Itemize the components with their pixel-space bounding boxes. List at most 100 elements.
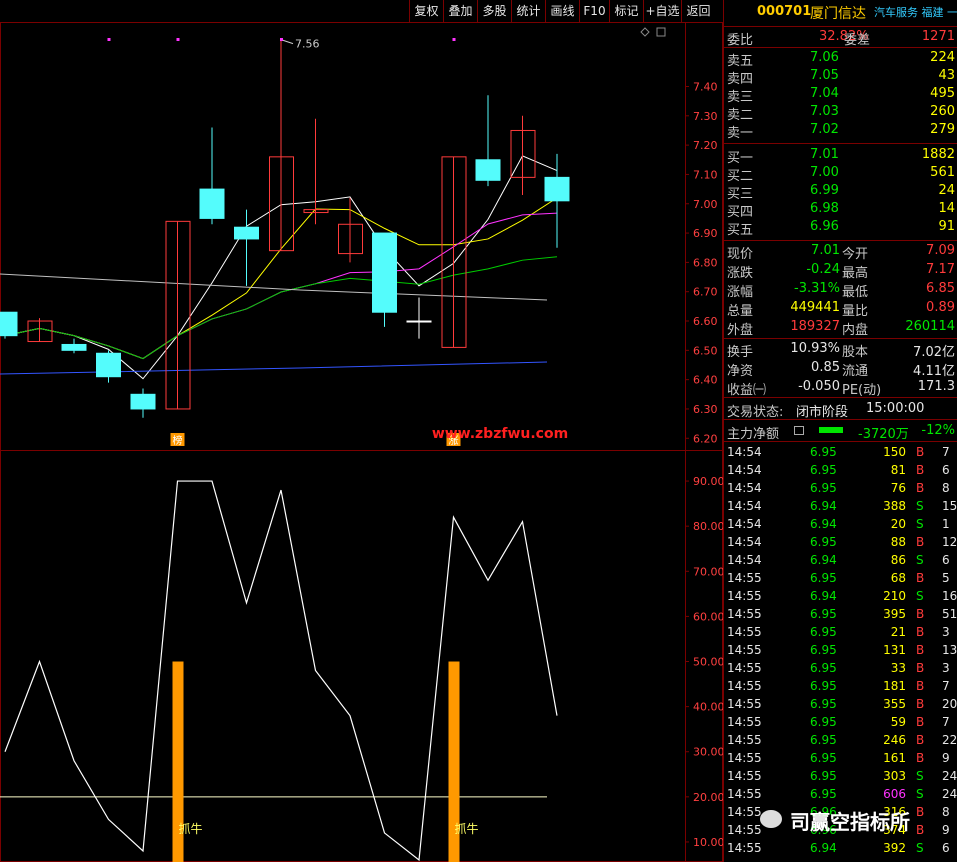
tick-volume: 59 bbox=[890, 715, 906, 729]
tick-volume: 33 bbox=[890, 661, 906, 675]
y-tick-label: 80.00 bbox=[693, 520, 723, 533]
tick-volume: 150 bbox=[883, 445, 906, 459]
bid-label: 买五 bbox=[727, 223, 754, 238]
divider bbox=[724, 441, 957, 442]
tick-count: 8 bbox=[942, 481, 950, 495]
fund-label: PE(动) bbox=[842, 383, 882, 398]
fund-label: 换手 bbox=[727, 345, 754, 360]
trade-status-value: 闭市阶段 bbox=[796, 405, 849, 420]
stock-industry: 汽车服务 福建 一带 bbox=[874, 6, 957, 19]
tick-direction: S bbox=[916, 841, 924, 855]
tick-price: 6.94 bbox=[810, 589, 837, 603]
tick-time: 14:55 bbox=[727, 661, 762, 675]
toolbar-button-5[interactable]: F10 bbox=[579, 0, 609, 22]
tick-price: 6.95 bbox=[810, 607, 837, 621]
ask-row[interactable]: 卖二 7.03 260 bbox=[724, 103, 957, 123]
y-tick-label: 6.80 bbox=[693, 256, 718, 269]
tick-direction: B bbox=[916, 445, 925, 459]
stat-label: 内盘 bbox=[842, 323, 869, 338]
fund-row: 换手 10.93% 股本 7.02亿 bbox=[724, 340, 957, 360]
toolbar-button-7[interactable]: +自选 bbox=[643, 0, 681, 22]
bid-row[interactable]: 买四 6.98 14 bbox=[724, 200, 957, 220]
bid-volume: 561 bbox=[930, 165, 955, 180]
stat-value: 189327 bbox=[790, 319, 840, 334]
ask-volume: 260 bbox=[930, 104, 955, 119]
tick-time: 14:54 bbox=[727, 463, 762, 477]
y-tick-label: 50.00 bbox=[693, 656, 723, 669]
ask-row[interactable]: 卖四 7.05 43 bbox=[724, 67, 957, 87]
tick-direction: B bbox=[916, 463, 925, 477]
tick-count: 3 bbox=[942, 625, 950, 639]
stat-value: 7.09 bbox=[926, 243, 955, 258]
kline-chart-area[interactable]: 7.40 7.30 7.20 7.10 7.00 6.90 6.80 6.70 6.60 6.50… bbox=[0, 22, 723, 862]
bid-row[interactable]: 买一 7.01 1882 bbox=[724, 146, 957, 166]
stat-label: 涨幅 bbox=[727, 285, 754, 300]
kline-chart[interactable]: 7.40 7.30 7.20 7.10 7.00 6.90 6.80 6.70 6.60 6.50… bbox=[0, 22, 723, 862]
bid-price: 6.99 bbox=[810, 183, 839, 198]
tick-price: 6.95 bbox=[810, 679, 837, 693]
tick-row: 14:54 6.94 86 S 6 bbox=[724, 551, 957, 569]
tick-volume: 246 bbox=[883, 733, 906, 747]
tick-row: 14:54 6.95 150 B 7 bbox=[724, 443, 957, 461]
toolbar-button-1[interactable]: 叠加 bbox=[443, 0, 477, 22]
tick-count: 9 bbox=[942, 751, 950, 765]
bid-row[interactable]: 买二 7.00 561 bbox=[724, 164, 957, 184]
stat-value: 7.01 bbox=[811, 243, 840, 258]
tick-direction: B bbox=[916, 643, 925, 657]
tick-direction: B bbox=[916, 535, 925, 549]
tick-volume: 131 bbox=[883, 643, 906, 657]
stat-value: -3.31% bbox=[794, 281, 840, 296]
ask-row[interactable]: 卖三 7.04 495 bbox=[724, 85, 957, 105]
tick-count: 16 bbox=[942, 589, 957, 603]
tick-count: 7 bbox=[942, 679, 950, 693]
tick-row: 14:55 6.95 131 B 13 bbox=[724, 641, 957, 659]
tick-count: 15 bbox=[942, 499, 957, 513]
list-icon[interactable] bbox=[794, 426, 804, 435]
ma-line-longest bbox=[0, 361, 548, 375]
diamond-icon bbox=[640, 27, 650, 37]
bid-volume: 24 bbox=[938, 183, 955, 198]
chart-toolbar: 复权 叠加 多股 统计 画线 F10 标记 +自选 返回 bbox=[0, 0, 723, 22]
tick-count: 5 bbox=[942, 571, 950, 585]
bid-price: 7.01 bbox=[810, 147, 839, 162]
fund-value: 0.85 bbox=[811, 360, 840, 375]
tick-price: 6.95 bbox=[810, 697, 837, 711]
bid-row[interactable]: 买三 6.99 24 bbox=[724, 182, 957, 202]
toolbar-button-8[interactable]: 返回 bbox=[681, 0, 715, 22]
toolbar-button-2[interactable]: 多股 bbox=[477, 0, 511, 22]
tick-row: 14:54 6.95 76 B 8 bbox=[724, 479, 957, 497]
ask-row[interactable]: 卖五 7.06 224 bbox=[724, 49, 957, 69]
signal-label: 抓牛 bbox=[179, 821, 203, 836]
tick-direction: B bbox=[916, 625, 925, 639]
divider bbox=[724, 240, 957, 241]
trade-status-row: 交易状态: 闭市阶段 15:00:00 bbox=[724, 400, 957, 420]
candle-body bbox=[0, 311, 18, 337]
tick-count: 3 bbox=[942, 661, 950, 675]
tick-count: 24 bbox=[942, 787, 957, 801]
toolbar-button-6[interactable]: 标记 bbox=[609, 0, 643, 22]
tick-time: 14:55 bbox=[727, 679, 762, 693]
bid-volume: 91 bbox=[938, 219, 955, 234]
tick-direction: B bbox=[916, 481, 925, 495]
toolbar-button-3[interactable]: 统计 bbox=[511, 0, 545, 22]
y-tick-label: 90.00 bbox=[693, 475, 723, 488]
bid-row[interactable]: 买五 6.96 91 bbox=[724, 218, 957, 238]
candle-body bbox=[234, 226, 259, 240]
tick-volume: 181 bbox=[883, 679, 906, 693]
tick-time: 14:54 bbox=[727, 445, 762, 459]
stat-label: 涨跌 bbox=[727, 266, 754, 281]
toolbar-button-4[interactable]: 画线 bbox=[545, 0, 579, 22]
ask-row[interactable]: 卖一 7.02 279 bbox=[724, 121, 957, 141]
tick-direction: S bbox=[916, 787, 924, 801]
tick-row: 14:55 6.95 606 S 24 bbox=[724, 785, 957, 803]
tick-volume: 81 bbox=[890, 463, 906, 477]
main-net-label: 主力净额 bbox=[727, 427, 780, 442]
tick-row: 14:54 6.94 20 S 1 bbox=[724, 515, 957, 533]
tick-volume: 355 bbox=[883, 697, 906, 711]
ask-price: 7.06 bbox=[810, 50, 839, 65]
toolbar-button-0[interactable]: 复权 bbox=[409, 0, 443, 22]
tick-time: 14:55 bbox=[727, 823, 762, 837]
tick-direction: B bbox=[916, 607, 925, 621]
signal-label: 抓牛 bbox=[455, 821, 479, 836]
tick-volume: 161 bbox=[883, 751, 906, 765]
